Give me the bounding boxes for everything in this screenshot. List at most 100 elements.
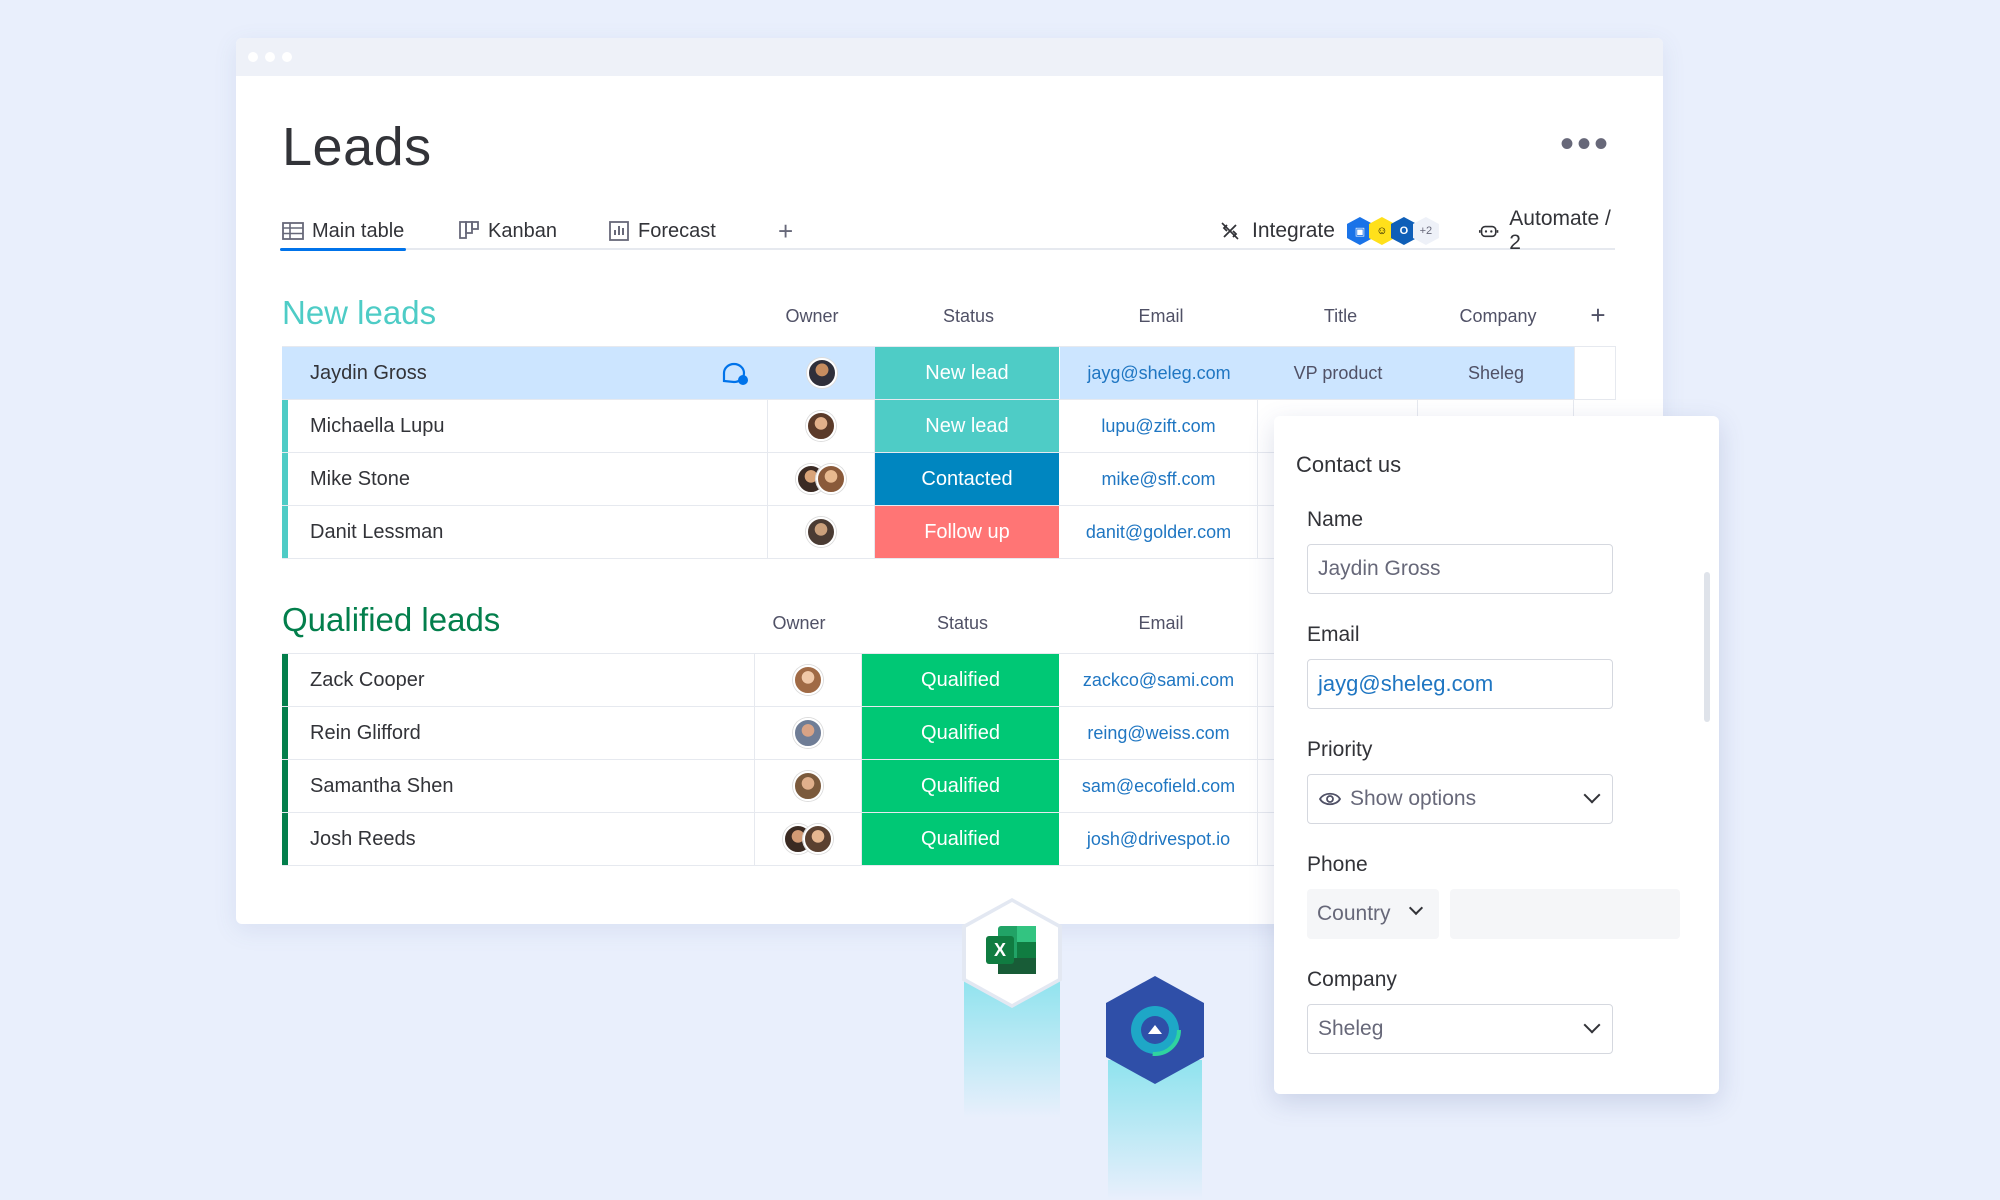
tab-kanban[interactable]: Kanban <box>458 214 557 248</box>
update-chat-icon[interactable] <box>720 361 750 387</box>
excel-icon: X <box>986 926 1036 974</box>
name-cell[interactable]: Samantha Shen <box>288 760 755 812</box>
phone-input[interactable] <box>1450 889 1680 939</box>
chevron-down-icon <box>1408 900 1424 916</box>
empty-cell[interactable] <box>1574 347 1616 399</box>
email-cell[interactable]: reing@weiss.com <box>1060 707 1258 759</box>
tab-forecast[interactable]: Forecast <box>608 214 716 248</box>
column-header-email[interactable]: Email <box>1062 306 1260 327</box>
email-cell[interactable]: josh@drivespot.io <box>1060 813 1258 865</box>
tab-main-table[interactable]: Main table <box>279 214 407 251</box>
more-options-button[interactable]: ••• <box>1560 124 1611 164</box>
app-logo-icon <box>1129 1004 1181 1056</box>
column-header-owner[interactable]: Owner <box>755 613 843 634</box>
status-cell[interactable]: New lead <box>875 400 1060 452</box>
title-bar <box>236 38 1663 76</box>
group-title-qualified-leads[interactable]: Qualified leads <box>282 601 500 639</box>
add-view-button[interactable]: + <box>778 214 793 248</box>
email-cell[interactable]: zackco@sami.com <box>1060 654 1258 706</box>
column-header-status[interactable]: Status <box>877 306 1060 327</box>
table-row[interactable]: Josh Reeds Qualified josh@drivespot.io <box>282 813 1282 866</box>
lead-name: Michaella Lupu <box>310 414 445 437</box>
country-value: Country <box>1317 902 1391 925</box>
name-field[interactable]: Jaydin Gross <box>1307 544 1613 594</box>
email-cell[interactable]: danit@golder.com <box>1060 506 1258 558</box>
name-cell[interactable]: Michaella Lupu <box>288 400 768 452</box>
group-title-new-leads[interactable]: New leads <box>282 294 436 332</box>
email-label: Email <box>1307 623 1360 646</box>
status-cell[interactable]: Qualified <box>862 707 1060 759</box>
title-cell[interactable]: VP product <box>1258 347 1418 399</box>
name-cell[interactable]: Josh Reeds <box>288 813 755 865</box>
email-cell[interactable]: jayg@sheleg.com <box>1060 347 1258 399</box>
page-title: Leads <box>282 117 432 177</box>
name-cell[interactable]: Mike Stone <box>288 453 768 505</box>
column-header-title[interactable]: Title <box>1261 306 1420 327</box>
status-cell[interactable]: New lead <box>875 347 1060 399</box>
lead-name: Josh Reeds <box>310 827 416 850</box>
integrate-label: Integrate <box>1252 219 1335 242</box>
owner-cell[interactable] <box>755 654 862 706</box>
avatar <box>793 665 823 695</box>
table-row[interactable]: Zack Cooper Qualified zackco@sami.com <box>282 654 1282 707</box>
owner-cell[interactable] <box>755 813 862 865</box>
status-cell[interactable]: Qualified <box>862 654 1060 706</box>
lead-name: Mike Stone <box>310 467 411 490</box>
name-cell[interactable]: Zack Cooper <box>288 654 755 706</box>
email-cell[interactable]: mike@sff.com <box>1060 453 1258 505</box>
table-row[interactable]: Jaydin Gross New lead jayg@sheleg.com VP… <box>282 347 1616 400</box>
more-apps-badge: +2 <box>1412 217 1439 245</box>
integrate-icon <box>1221 222 1239 240</box>
company-value: Sheleg <box>1318 1017 1384 1040</box>
email-cell[interactable]: lupu@zift.com <box>1060 400 1258 452</box>
name-cell[interactable]: Jaydin Gross <box>288 347 768 399</box>
lead-name: Zack Cooper <box>310 668 425 691</box>
name-cell[interactable]: Danit Lessman <box>288 506 768 558</box>
owner-cell[interactable] <box>768 400 875 452</box>
owner-cell[interactable] <box>768 347 875 399</box>
column-header-status[interactable]: Status <box>864 613 1061 634</box>
column-header-owner[interactable]: Owner <box>768 306 856 327</box>
status-cell[interactable]: Qualified <box>862 760 1060 812</box>
name-value: Jaydin Gross <box>1318 557 1441 580</box>
avatar <box>806 517 836 547</box>
kanban-icon <box>459 221 479 239</box>
add-column-button[interactable]: + <box>1578 300 1618 331</box>
company-cell[interactable]: Sheleg <box>1418 347 1574 399</box>
lead-name: Danit Lessman <box>310 520 444 543</box>
owner-cell[interactable] <box>768 453 875 505</box>
owner-cell[interactable] <box>768 506 875 558</box>
qualified-leads-table: Zack Cooper Qualified zackco@sami.com Re… <box>282 653 1282 866</box>
owner-cell[interactable] <box>755 707 862 759</box>
email-field[interactable]: jayg@sheleg.com <box>1307 659 1613 709</box>
owner-cell[interactable] <box>755 760 862 812</box>
country-select[interactable]: Country <box>1307 889 1439 939</box>
column-header-company[interactable]: Company <box>1421 306 1575 327</box>
tab-label: Main table <box>312 219 405 242</box>
app-integration <box>1106 976 1204 1200</box>
integrate-button[interactable]: Integrate ▣ ☺ O +2 <box>1218 214 1439 248</box>
company-select[interactable]: Sheleg <box>1307 1004 1613 1054</box>
automate-button[interactable]: Automate / 2 <box>1478 207 1615 254</box>
avatar <box>806 411 836 441</box>
column-header-email[interactable]: Email <box>1062 613 1260 634</box>
scrollbar[interactable] <box>1704 572 1710 722</box>
avatar <box>816 464 846 494</box>
table-row[interactable]: Samantha Shen Qualified sam@ecofield.com <box>282 760 1282 813</box>
priority-select[interactable]: Show options <box>1307 774 1613 824</box>
avatar <box>793 771 823 801</box>
chart-icon <box>609 221 629 241</box>
table-row[interactable]: Rein Glifford Qualified reing@weiss.com <box>282 707 1282 760</box>
name-cell[interactable]: Rein Glifford <box>288 707 755 759</box>
robot-icon <box>1478 225 1499 238</box>
view-tabs: Main table Kanban Forecast + Integrate ▣… <box>279 207 1615 254</box>
chevron-down-icon <box>1583 1016 1601 1034</box>
excel-integration: X <box>962 898 1062 1118</box>
status-cell[interactable]: Qualified <box>862 813 1060 865</box>
table-icon <box>282 222 304 240</box>
email-cell[interactable]: sam@ecofield.com <box>1060 760 1258 812</box>
integration-apps: ▣ ☺ O +2 <box>1346 217 1439 245</box>
status-cell[interactable]: Follow up <box>875 506 1060 558</box>
priority-label: Priority <box>1307 738 1373 761</box>
status-cell[interactable]: Contacted <box>875 453 1060 505</box>
